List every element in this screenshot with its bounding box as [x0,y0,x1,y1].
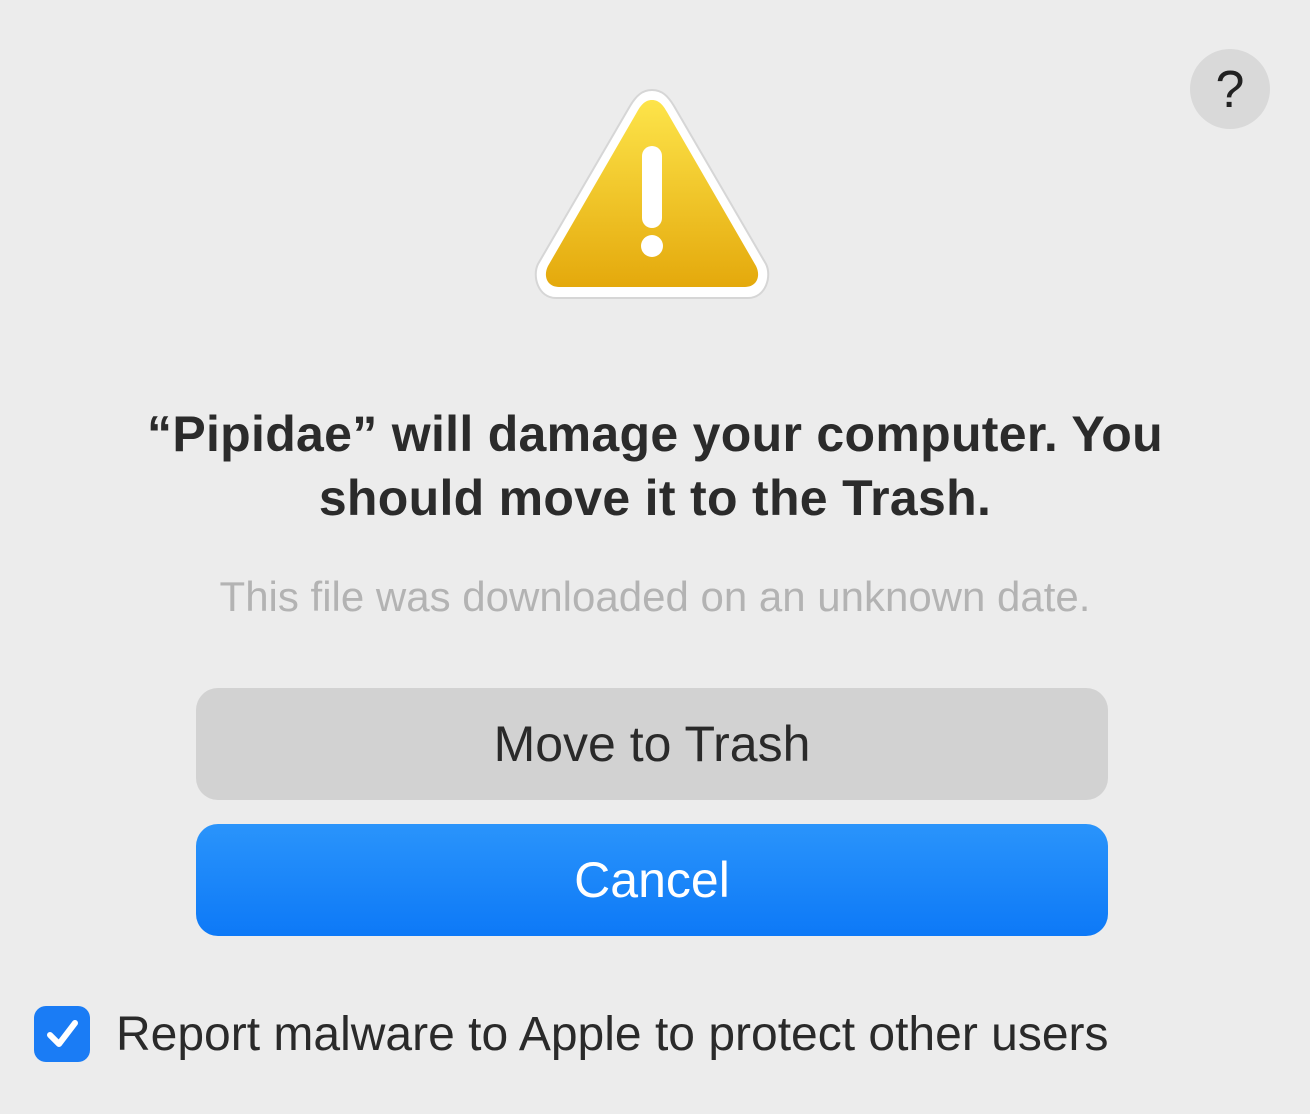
alert-headline: “Pipidae” will damage your computer. You… [147,406,1163,526]
report-malware-checkbox[interactable] [34,1006,90,1062]
warning-triangle-icon [534,88,770,299]
alert-subtext: This file was downloaded on an unknown d… [219,573,1091,620]
report-malware-option: Report malware to Apple to protect other… [34,1004,1109,1064]
checkmark-icon [47,1020,78,1047]
move-to-trash-label: Move to Trash [493,716,811,772]
malware-alert-dialog: ? “Pipidae” will damage your computer. Y… [0,0,1310,1114]
move-to-trash-button[interactable]: Move to Trash [196,688,1108,800]
cancel-button[interactable]: Cancel [196,824,1108,936]
help-button[interactable]: ? [1190,49,1270,129]
cancel-label: Cancel [574,852,730,908]
question-mark-icon: ? [1215,61,1245,119]
report-malware-label: Report malware to Apple to protect other… [116,1007,1109,1061]
